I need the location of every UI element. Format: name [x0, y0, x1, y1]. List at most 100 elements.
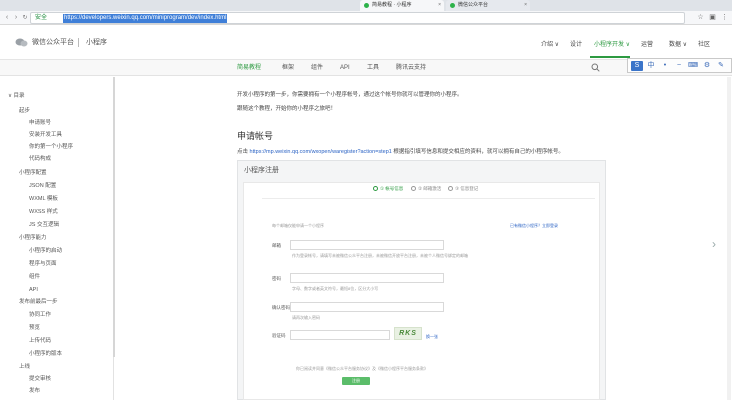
- sidebar-item-release[interactable]: 发布: [29, 388, 40, 395]
- step-dot-icon: [448, 186, 453, 191]
- confirm-password-field[interactable]: [290, 302, 444, 312]
- signup-text-prefix: 点击: [237, 149, 250, 155]
- url-text[interactable]: https://developers.weixin.qq.com/minipro…: [63, 14, 228, 23]
- search-icon[interactable]: [591, 63, 600, 72]
- sidebar-item-install-tool[interactable]: 安装开发工具: [29, 132, 62, 139]
- ime-settings-icon[interactable]: ⚙: [701, 61, 713, 71]
- brand-name[interactable]: 微信公众平台: [32, 38, 74, 47]
- captcha-refresh-link[interactable]: 换一张: [426, 334, 438, 339]
- password-label: 密码: [272, 276, 281, 281]
- sidebar-item-wxml[interactable]: WXML 模板: [29, 196, 58, 203]
- product-name[interactable]: 小程序: [86, 38, 107, 47]
- ime-emoji-icon[interactable]: ~: [673, 61, 685, 71]
- confirm-password-label: 确认密码: [272, 305, 290, 310]
- sidebar-item-catalog[interactable]: ∨ 目录: [8, 93, 25, 100]
- captcha-image[interactable]: RKS: [394, 327, 422, 340]
- tab-favicon-icon: [450, 3, 455, 8]
- subnav-tencent-cloud[interactable]: 腾讯云支持: [396, 64, 426, 72]
- email-field[interactable]: [290, 240, 444, 250]
- sub-nav: 简易教程 框架 组件 API 工具 腾讯云支持: [0, 60, 732, 76]
- nav-intro[interactable]: 介绍 ∨: [541, 41, 559, 49]
- nav-design[interactable]: 设计: [570, 41, 582, 49]
- sidebar-item-go-live[interactable]: 上线: [19, 364, 30, 371]
- subnav-tools[interactable]: 工具: [367, 64, 379, 72]
- reload-icon[interactable]: ↻: [20, 13, 30, 23]
- sidebar-item-js[interactable]: JS 交互逻辑: [29, 222, 59, 229]
- ime-logo-icon[interactable]: S: [631, 61, 643, 71]
- sidebar-item-components[interactable]: 组件: [29, 274, 40, 281]
- next-page-arrow-icon[interactable]: ›: [712, 237, 716, 251]
- register-step-1: ① 帐号信息: [373, 186, 403, 192]
- page-scrollbar[interactable]: [727, 77, 731, 400]
- sidebar-item-preview[interactable]: 预览: [29, 325, 40, 332]
- sidebar-item-wxss[interactable]: WXSS 样式: [29, 209, 58, 216]
- sidebar-scrollbar[interactable]: [113, 77, 115, 357]
- password-hint: 字母、数字或者英文符号，最短8位，区分大小写: [292, 286, 379, 291]
- sidebar-item-upload[interactable]: 上传代码: [29, 338, 51, 345]
- browser-tab-active[interactable]: 简易教程 · 小程序 ×: [360, 0, 444, 11]
- step-label: ③ 信息登记: [455, 186, 479, 191]
- sidebar-item-app-page[interactable]: 程序与页面: [29, 261, 57, 268]
- nav-develop[interactable]: 小程序开发 ∨: [594, 41, 630, 49]
- sidebar-item-json[interactable]: JSON 配置: [29, 183, 56, 190]
- register-submit-button[interactable]: 注册: [342, 377, 370, 385]
- sidebar-item-capabilities[interactable]: 小程序能力: [19, 235, 47, 242]
- intro-paragraph: 开发小程序的第一步，你需要拥有一个小程序帐号，通过这个帐号你就可以管理你的小程序…: [237, 92, 463, 98]
- signup-text-suffix: 根据指引填写信息和提交相应的资料，就可以拥有自己的小程序帐号。: [391, 149, 564, 155]
- sidebar-item-apply-account[interactable]: 申请账号: [29, 120, 51, 127]
- tab-title: 微信公众平台: [458, 2, 489, 8]
- ime-language-toggle[interactable]: 中: [645, 61, 657, 71]
- active-nav-underline: [590, 56, 630, 58]
- register-note: 每个邮箱仅能申请一个小程序: [272, 223, 324, 228]
- brand-divider: [78, 38, 79, 47]
- nav-operate[interactable]: 运营: [641, 41, 653, 49]
- bookmark-star-icon[interactable]: ☆: [696, 13, 705, 23]
- sidebar-item-start[interactable]: 起步: [19, 108, 30, 115]
- signup-paragraph: 点击 https://mp.weixin.qq.com/wxopen/wareg…: [237, 149, 564, 156]
- docs-sidebar: ∨ 目录 起步 申请账号 安装开发工具 你的第一个小程序 代码构成 小程序配置 …: [0, 77, 114, 400]
- browser-tab[interactable]: 微信公众平台 ×: [446, 0, 530, 11]
- nav-community[interactable]: 社区: [698, 41, 710, 49]
- captcha-field[interactable]: [290, 330, 390, 340]
- register-title: 小程序注册: [244, 167, 279, 174]
- sidebar-item-launch[interactable]: 小程序的启动: [29, 248, 62, 255]
- ime-keyboard-icon[interactable]: ⌨: [687, 61, 699, 71]
- step-divider: [262, 198, 595, 199]
- login-link[interactable]: 已有微信小程序？立即登录: [510, 223, 558, 228]
- confirm-password-hint: 请再次输入密码: [292, 315, 320, 320]
- sidebar-item-api[interactable]: API: [29, 287, 38, 294]
- email-hint: 作为登录帐号，请填写未被微信公众平台注册，未被微信开放平台注册，未被个人微信号绑…: [292, 253, 468, 258]
- signup-link[interactable]: https://mp.weixin.qq.com/wxopen/waregist…: [250, 149, 392, 155]
- sidebar-item-first-app[interactable]: 你的第一个小程序: [29, 144, 73, 151]
- nav-data[interactable]: 数据 ∨: [669, 41, 687, 49]
- register-step-2: ② 邮箱激活: [411, 186, 441, 192]
- wechat-logo-icon: [15, 38, 28, 47]
- sidebar-item-collaboration[interactable]: 协同工作: [29, 312, 51, 319]
- subnav-tutorial[interactable]: 简易教程: [237, 64, 261, 72]
- step-dot-icon: [373, 186, 378, 191]
- subnav-components[interactable]: 组件: [311, 64, 323, 72]
- sidebar-item-versions[interactable]: 小程序的版本: [29, 351, 62, 358]
- sidebar-item-before-publish[interactable]: 发布前最后一步: [19, 299, 58, 306]
- sidebar-item-config[interactable]: 小程序配置: [19, 170, 47, 177]
- ime-toolbar: S 中 • ~ ⌨ ⚙ ✎: [627, 58, 732, 73]
- address-bar: ‹ › ↻ 安全 https://developers.weixin.qq.co…: [0, 11, 732, 25]
- url-field[interactable]: 安全 https://developers.weixin.qq.com/mini…: [30, 12, 685, 24]
- agreement-text[interactable]: 你已阅读并同意《微信公众平台服务协议》及《微信小程序平台服务条款》: [296, 366, 428, 371]
- menu-icon[interactable]: ⋮: [720, 13, 729, 23]
- section-heading-signup: 申请帐号: [237, 131, 274, 141]
- ime-punctuation-icon[interactable]: •: [659, 61, 671, 71]
- subnav-api[interactable]: API: [340, 64, 350, 72]
- extension-icon[interactable]: ▣: [708, 13, 717, 23]
- tab-favicon-icon: [364, 3, 369, 8]
- tab-close-icon[interactable]: ×: [438, 0, 441, 11]
- email-label: 邮箱: [272, 243, 281, 248]
- tab-close-icon[interactable]: ×: [524, 0, 527, 11]
- password-field[interactable]: [290, 273, 444, 283]
- sidebar-item-code-structure[interactable]: 代码构成: [29, 156, 51, 163]
- tab-title: 简易教程 · 小程序: [372, 2, 412, 8]
- subnav-framework[interactable]: 框架: [282, 64, 294, 72]
- sidebar-item-submit-review[interactable]: 提交审核: [29, 376, 51, 383]
- ime-tools-icon[interactable]: ✎: [715, 61, 727, 71]
- secure-label: 安全: [35, 15, 48, 21]
